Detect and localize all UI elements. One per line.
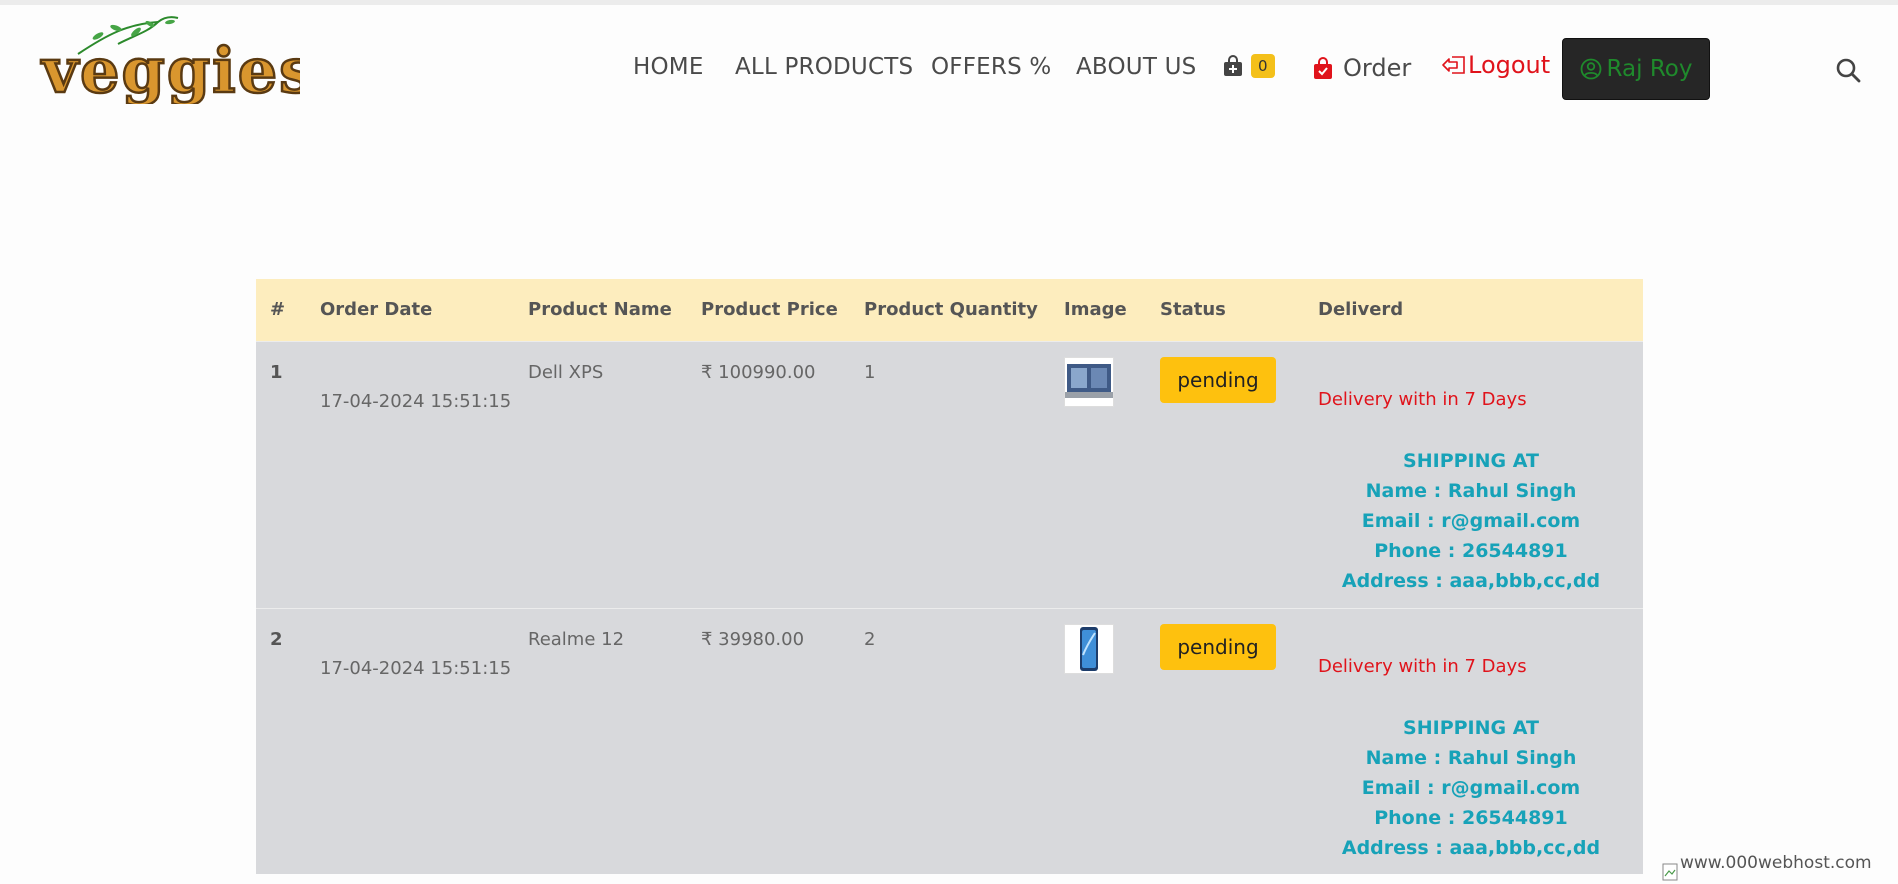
order-label: Order: [1343, 54, 1412, 82]
product-image-smartphone[interactable]: [1064, 624, 1114, 674]
hosting-badge-alt-text: www.000webhost.com: [1680, 853, 1872, 873]
hosting-badge-broken-image[interactable]: www.000webhost.com: [1662, 853, 1898, 884]
table-row: 1 17-04-2024 15:51:15 Dell XPS ₹ 100990.…: [256, 341, 1643, 608]
search-icon[interactable]: [1835, 57, 1861, 83]
orders-table: # Order Date Product Name Product Price …: [256, 279, 1643, 874]
delivery-note: Delivery with in 7 Days: [1318, 656, 1527, 677]
th-image: Image: [1064, 299, 1127, 320]
shipping-address: Address : aaa,bbb,cc,dd: [1341, 837, 1601, 859]
smartphone-thumbnail: [1080, 627, 1098, 671]
cart-count-badge: 0: [1251, 54, 1275, 78]
table-header: # Order Date Product Name Product Price …: [256, 279, 1643, 341]
shipping-name: Name : Rahul Singh: [1365, 747, 1577, 769]
shipping-title: SHIPPING AT: [1403, 717, 1539, 739]
th-product-price: Product Price: [701, 299, 838, 320]
product-price: ₹ 39980.00: [701, 629, 805, 650]
product-quantity: 1: [864, 362, 876, 383]
nav-offers[interactable]: OFFERS %: [931, 54, 1051, 80]
nav-home[interactable]: HOME: [633, 54, 704, 80]
top-border: [0, 0, 1898, 5]
th-product-quantity: Product Quantity: [864, 299, 1038, 320]
cart-icon: [1224, 55, 1242, 76]
logout-label: Logout: [1468, 51, 1551, 79]
nav-all-products[interactable]: ALL PRODUCTS: [735, 54, 913, 80]
shipping-email: Email : r@gmail.com: [1361, 510, 1581, 532]
product-name: Realme 12: [528, 629, 625, 650]
th-order-date: Order Date: [320, 299, 433, 320]
th-status: Status: [1160, 299, 1226, 320]
product-image-laptop[interactable]: [1064, 357, 1114, 407]
shipping-info: SHIPPING AT Name : Rahul Singh Email : r…: [1296, 446, 1643, 596]
shipping-title: SHIPPING AT: [1403, 450, 1539, 472]
shipping-name: Name : Rahul Singh: [1365, 480, 1577, 502]
row-index: 2: [270, 629, 283, 650]
shipping-phone: Phone : 26544891: [1374, 540, 1568, 562]
order-link[interactable]: Order: [1312, 54, 1411, 82]
user-circle-icon: [1580, 58, 1601, 80]
logout-icon: [1442, 56, 1465, 74]
order-date: 17-04-2024 15:51:15: [320, 658, 512, 679]
nav-about-us[interactable]: ABOUT US: [1076, 54, 1196, 80]
th-delivered: Deliverd: [1318, 299, 1404, 320]
delivery-note: Delivery with in 7 Days: [1318, 389, 1527, 410]
status-button[interactable]: pending: [1160, 357, 1276, 403]
shipping-info: SHIPPING AT Name : Rahul Singh Email : r…: [1296, 713, 1643, 863]
shipping-email: Email : r@gmail.com: [1361, 777, 1581, 799]
order-date: 17-04-2024 15:51:15: [320, 391, 512, 412]
product-quantity: 2: [864, 629, 876, 650]
table-row: 2 17-04-2024 15:51:15 Realme 12 ₹ 39980.…: [256, 608, 1643, 874]
th-index: #: [270, 299, 286, 320]
product-price: ₹ 100990.00: [701, 362, 816, 383]
shopping-bag-icon: [1314, 57, 1332, 79]
status-button[interactable]: pending: [1160, 624, 1276, 670]
product-name: Dell XPS: [528, 362, 604, 383]
broken-image-icon: [1662, 863, 1678, 881]
shipping-phone: Phone : 26544891: [1374, 807, 1568, 829]
shipping-address: Address : aaa,bbb,cc,dd: [1341, 570, 1601, 592]
logout-link[interactable]: Logout: [1442, 51, 1550, 79]
row-index: 1: [270, 362, 283, 383]
laptop-thumbnail: [1065, 364, 1113, 398]
th-product-name: Product Name: [528, 299, 672, 320]
user-profile-button[interactable]: Raj Roy: [1562, 38, 1710, 100]
cart-button[interactable]: 0: [1222, 54, 1275, 78]
user-name: Raj Roy: [1606, 56, 1693, 82]
